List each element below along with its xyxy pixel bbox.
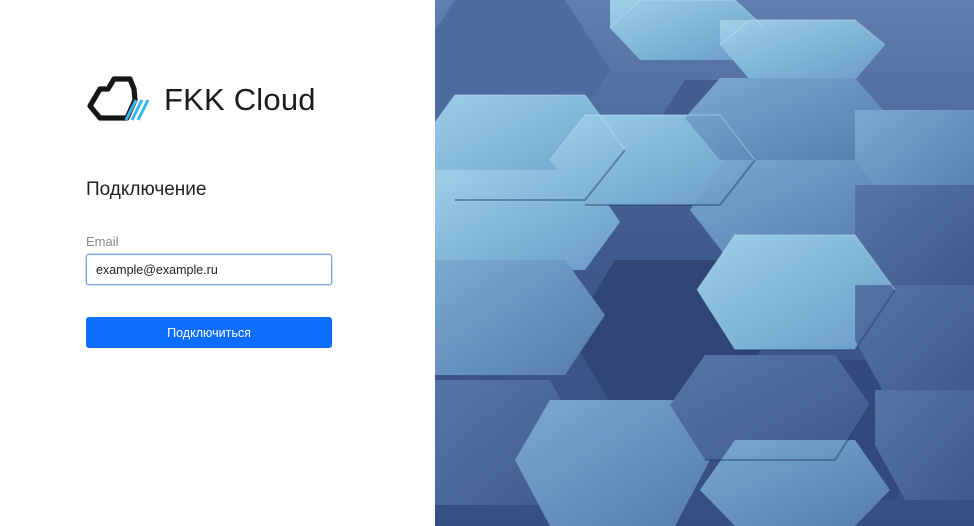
cloud-icon <box>87 76 150 121</box>
login-page: FKK Cloud Подключение Email Подключиться <box>0 0 974 526</box>
login-panel: FKK Cloud Подключение Email Подключиться <box>0 0 435 526</box>
email-field[interactable] <box>86 254 332 285</box>
email-label: Email <box>86 234 119 249</box>
connect-button[interactable]: Подключиться <box>86 317 332 348</box>
brand-name: FKK Cloud <box>164 81 316 117</box>
brand-logo: FKK Cloud <box>86 76 316 122</box>
page-title: Подключение <box>86 179 207 200</box>
hexagon-pattern-image <box>435 0 974 526</box>
hexagon-background <box>435 0 974 526</box>
